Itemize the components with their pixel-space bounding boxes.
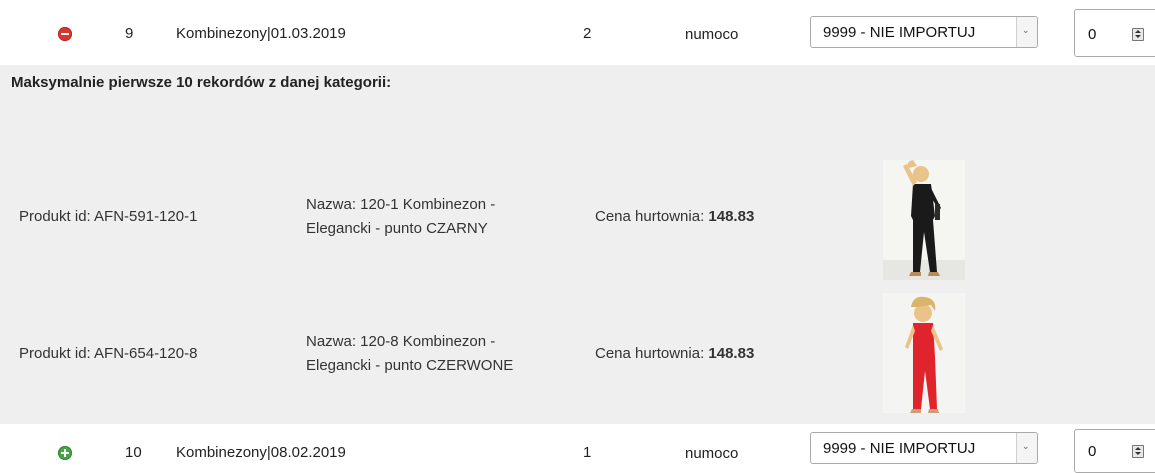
row-count: 2 [583, 25, 592, 42]
product-id: Produkt id: AFN-591-120-1 [19, 208, 198, 225]
quantity-value: 0 [1088, 443, 1097, 460]
chevron-down-icon: ⌄ [1016, 433, 1037, 463]
product-price: Cena hurtownia: 148.83 [595, 206, 754, 228]
product-price: Cena hurtownia: 148.83 [595, 343, 754, 365]
row-number: 9 [125, 25, 134, 42]
price-value: 148.83 [708, 208, 755, 225]
row-source: numoco [685, 26, 739, 43]
product-name-line2: Elegancki - punto CZARNY [306, 220, 488, 237]
spinner-icon[interactable] [1132, 28, 1144, 41]
category-row: 10 Kombinezony|08.02.2019 1 numoco 9999 … [0, 424, 1155, 473]
quantity-value: 0 [1088, 26, 1097, 43]
product-image [883, 293, 965, 413]
price-label: Cena hurtownia: [595, 345, 709, 362]
category-row: 9 Kombinezony|01.03.2019 2 numoco 9999 -… [0, 0, 1155, 64]
chevron-down-icon: ⌄ [1016, 17, 1037, 47]
price-value: 148.83 [708, 345, 755, 362]
product-name-line2: Elegancki - punto CZERWONE [306, 357, 514, 374]
row-number: 10 [125, 444, 142, 461]
select-value: 9999 - NIE IMPORTUJ [823, 440, 976, 457]
spinner-icon[interactable] [1132, 445, 1144, 458]
product-image [883, 160, 965, 280]
details-title: Maksymalnie pierwsze 10 rekordów z danej… [11, 74, 392, 91]
import-category-select[interactable]: 9999 - NIE IMPORTUJ ⌄ [810, 432, 1038, 464]
product-row: Produkt id: AFN-591-120-1 Nazwa: 120-1 K… [0, 159, 1155, 281]
plus-circle-icon[interactable] [58, 446, 72, 460]
product-photo [883, 293, 965, 413]
price-label: Cena hurtownia: [595, 208, 709, 225]
quantity-stepper[interactable]: 0 [1074, 9, 1155, 57]
product-id: Produkt id: AFN-654-120-8 [19, 345, 198, 362]
row-source: numoco [685, 445, 739, 462]
row-category: Kombinezony|01.03.2019 [176, 25, 346, 42]
select-value: 9999 - NIE IMPORTUJ [823, 24, 976, 41]
row-count: 1 [583, 444, 592, 461]
quantity-stepper[interactable]: 0 [1074, 429, 1155, 473]
product-name-line1: Nazwa: 120-1 Kombinezon - [306, 196, 496, 213]
minus-circle-icon[interactable] [58, 27, 72, 41]
product-name-line1: Nazwa: 120-8 Kombinezon - [306, 333, 496, 350]
row-category: Kombinezony|08.02.2019 [176, 444, 346, 461]
category-details-panel: Maksymalnie pierwsze 10 rekordów z danej… [0, 65, 1155, 424]
product-photo [883, 160, 965, 280]
import-category-select[interactable]: 9999 - NIE IMPORTUJ ⌄ [810, 16, 1038, 48]
product-row: Produkt id: AFN-654-120-8 Nazwa: 120-8 K… [0, 293, 1155, 415]
